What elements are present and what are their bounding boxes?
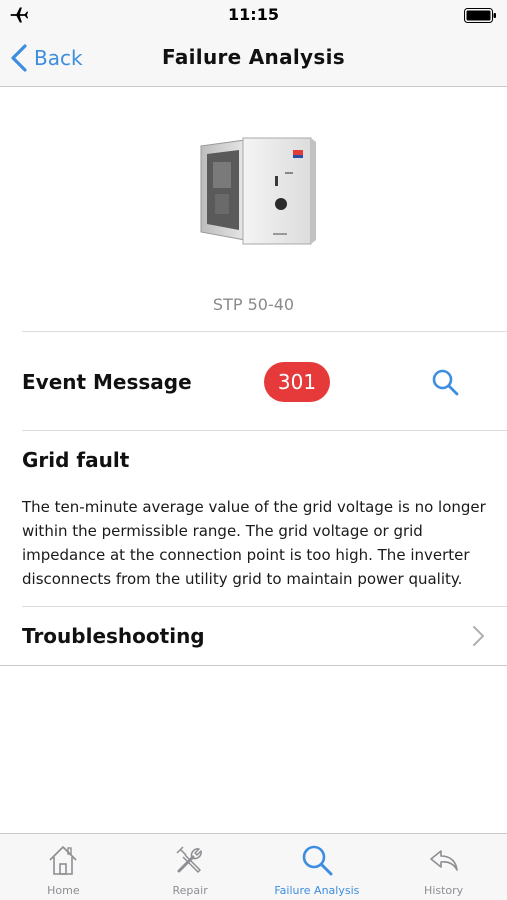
tab-label: Home [47,884,80,897]
tab-history[interactable]: History [380,834,507,900]
troubleshooting-row[interactable]: Troubleshooting [0,607,507,665]
navigation-bar: Back Failure Analysis [0,30,507,87]
tab-failure-analysis[interactable]: Failure Analysis [254,834,381,900]
divider [22,430,507,431]
home-icon [49,846,77,875]
chevron-right-icon [473,626,484,646]
page-title: Failure Analysis [162,45,345,69]
tab-label: Failure Analysis [274,884,360,897]
tab-home[interactable]: Home [0,834,127,900]
event-code-badge: 301 [264,362,330,402]
tab-repair[interactable]: Repair [127,834,254,900]
tab-label: Repair [172,884,208,897]
reply-icon [429,850,458,871]
search-icon [302,845,333,876]
search-icon[interactable] [431,368,459,396]
fault-title: Grid fault [22,448,130,472]
inverter-image [200,137,316,245]
status-time: 11:15 [228,5,279,24]
troubleshooting-label: Troubleshooting [22,624,205,648]
tools-icon [176,846,202,873]
fault-description: The ten-minute average value of the grid… [22,498,486,588]
status-bar: 11:15 [0,0,507,30]
tab-label: History [424,884,464,897]
battery-icon [464,8,496,23]
product-name: STP 50-40 [212,295,295,314]
event-message-label: Event Message [22,370,192,394]
divider [22,331,507,332]
tab-bar: Home Repair Failure Analysis History [0,833,507,900]
divider [0,665,507,666]
